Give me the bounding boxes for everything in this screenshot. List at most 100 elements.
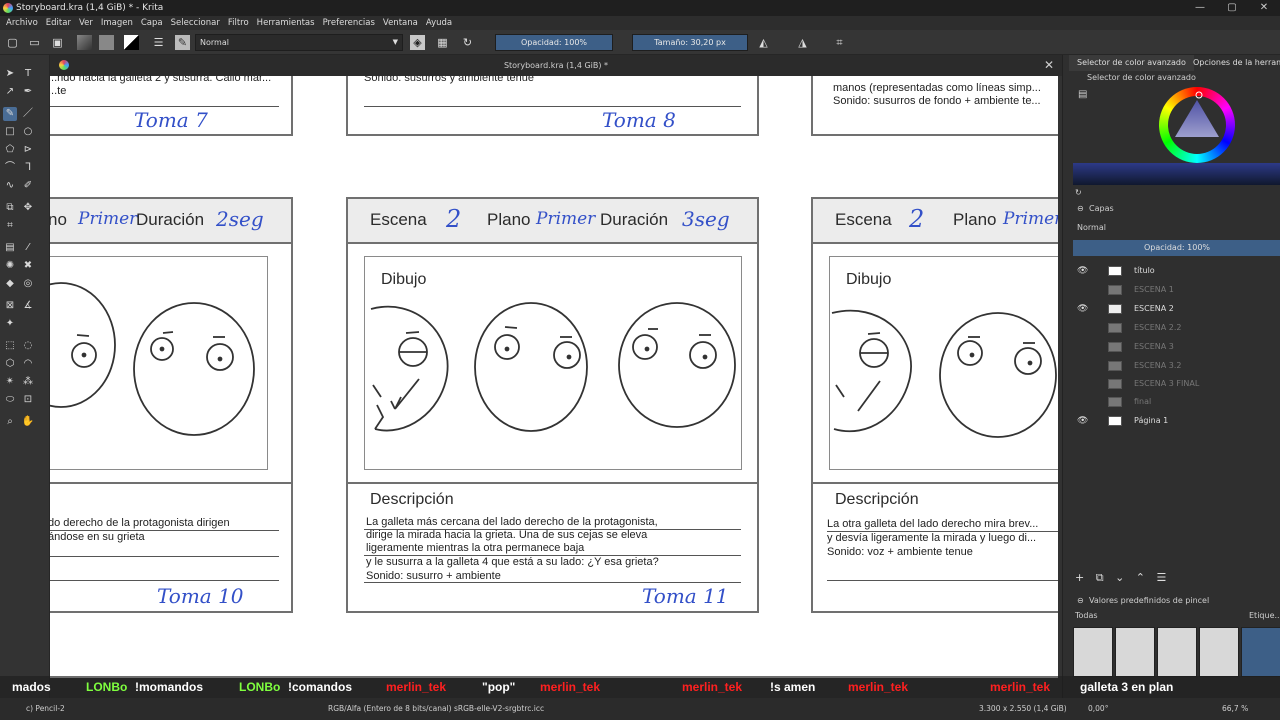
calligraphy-icon[interactable]: ✒: [21, 85, 35, 99]
layer-row[interactable]: 👁 Página 1: [1071, 412, 1280, 430]
layer-row[interactable]: 👁 título: [1071, 262, 1280, 280]
blend-mode-select[interactable]: Normal ▼: [195, 34, 403, 51]
rotation[interactable]: 0,00°: [1088, 698, 1108, 720]
visibility-eye-icon[interactable]: 👁: [1077, 412, 1088, 430]
menu-capa[interactable]: Capa: [141, 16, 163, 30]
drawing-area[interactable]: Dibujo: [364, 256, 742, 470]
smart-patch-icon[interactable]: ✖: [21, 259, 35, 273]
bezier-select-tool-icon[interactable]: ⬭: [3, 393, 17, 407]
layer-row[interactable]: ESCENA 2.2: [1071, 319, 1280, 337]
menu-preferencias[interactable]: Preferencias: [323, 16, 375, 30]
edit-shapes-icon[interactable]: ↗: [3, 85, 17, 99]
move-layer-down-icon[interactable]: ⌄: [1115, 571, 1124, 584]
freehand-path-icon[interactable]: ∿: [3, 179, 17, 193]
polyline-tool-icon[interactable]: ⊳: [21, 143, 35, 157]
brush-preset-tile-selected[interactable]: [1241, 627, 1280, 677]
color-settings-icon[interactable]: ▤: [1078, 89, 1087, 100]
enclose-fill-icon[interactable]: ◎: [21, 277, 35, 291]
eraser-icon[interactable]: ◈: [410, 35, 425, 50]
close-document-icon[interactable]: ✕: [1044, 55, 1054, 76]
current-brush[interactable]: c) Pencil-2: [26, 698, 65, 720]
reference-tool-icon[interactable]: ✦: [3, 317, 17, 331]
menu-ayuda[interactable]: Ayuda: [426, 16, 452, 30]
menu-seleccionar[interactable]: Seleccionar: [171, 16, 220, 30]
layer-row[interactable]: 👁 ESCENA 2: [1071, 300, 1280, 318]
line-tool-icon[interactable]: ／: [21, 107, 35, 121]
freehand-brush-icon[interactable]: ✎: [3, 107, 17, 121]
crop-tool-icon[interactable]: ⌗: [3, 219, 17, 233]
contiguous-select-icon[interactable]: ✴: [3, 375, 17, 389]
menu-editar[interactable]: Editar: [46, 16, 71, 30]
rect-select-icon[interactable]: ⬚: [3, 339, 17, 353]
menu-archivo[interactable]: Archivo: [6, 16, 38, 30]
menu-ventana[interactable]: Ventana: [383, 16, 418, 30]
fill-tool-icon[interactable]: ◆: [3, 277, 17, 291]
visibility-eye-icon[interactable]: 👁: [1077, 300, 1088, 318]
reload-preset-icon[interactable]: ↻: [460, 35, 475, 50]
layer-row[interactable]: ESCENA 3.2: [1071, 357, 1280, 375]
move-layer-up-icon[interactable]: ⌃: [1136, 571, 1145, 584]
pan-tool-icon[interactable]: ✋: [21, 415, 35, 429]
menu-herramientas[interactable]: Herramientas: [257, 16, 315, 30]
refresh-icon[interactable]: ↻: [1075, 188, 1082, 197]
drawing-area[interactable]: [50, 256, 268, 470]
presets-panel-toggle-icon[interactable]: ⊖: [1077, 596, 1084, 605]
transform-tool-icon[interactable]: ⧉: [3, 201, 17, 215]
size-slider[interactable]: Tamaño: 30,20 px: [632, 34, 748, 51]
document-tab[interactable]: Storyboard.kra (1,4 GiB) * ✕: [50, 55, 1062, 76]
color-swap-icon[interactable]: [124, 35, 139, 50]
tab-tool-options[interactable]: Opciones de la herramie...: [1185, 55, 1280, 71]
color-wheel[interactable]: [1159, 87, 1235, 163]
layer-row[interactable]: final: [1071, 393, 1280, 411]
layers-panel-toggle-icon[interactable]: ⊖: [1077, 204, 1084, 213]
ellipse-select-icon[interactable]: ◌: [21, 339, 35, 353]
layer-row[interactable]: ESCENA 3 FINAL: [1071, 375, 1280, 393]
new-document-icon[interactable]: ▢: [5, 35, 20, 50]
mirror-horizontal-icon[interactable]: ◭: [756, 35, 771, 50]
menu-imagen[interactable]: Imagen: [101, 16, 133, 30]
duplicate-layer-icon[interactable]: ⧉: [1096, 571, 1104, 584]
canvas[interactable]: ...ndo hacia la galleta 2 y susurra. Cal…: [50, 76, 1058, 678]
layer-row[interactable]: ESCENA 3: [1071, 338, 1280, 356]
move-tool-icon[interactable]: ✥: [21, 201, 35, 215]
freehand-select-icon[interactable]: ◠: [21, 357, 35, 371]
menu-filtro[interactable]: Filtro: [228, 16, 249, 30]
colorize-mask-icon[interactable]: ✺: [3, 259, 17, 273]
brush-settings-icon[interactable]: ☰: [151, 35, 166, 50]
polygon-select-icon[interactable]: ⬡: [3, 357, 17, 371]
text-tool-icon[interactable]: T: [21, 67, 35, 81]
pattern-selector-icon[interactable]: [99, 35, 114, 50]
crop-icon[interactable]: ⌗: [832, 35, 847, 50]
brush-preset-tile[interactable]: [1157, 627, 1197, 677]
similar-select-icon[interactable]: ⁂: [21, 375, 35, 389]
drawing-area[interactable]: Dibujo: [829, 256, 1058, 470]
mirror-vertical-icon[interactable]: ◮: [795, 35, 810, 50]
menu-ver[interactable]: Ver: [79, 16, 93, 30]
brush-preset-icon[interactable]: ✎: [175, 35, 190, 50]
presets-tag[interactable]: Etique...: [1249, 611, 1280, 620]
color-triangle[interactable]: [1159, 87, 1235, 163]
measure-tool-icon[interactable]: ∡: [21, 299, 35, 313]
zoom-tool-icon[interactable]: ⌕: [3, 415, 17, 429]
rectangle-tool-icon[interactable]: □: [3, 125, 17, 139]
gradient-tool-icon[interactable]: ▤: [3, 241, 17, 255]
select-shapes-icon[interactable]: ➤: [3, 67, 17, 81]
magnetic-select-icon[interactable]: ⊡: [21, 393, 35, 407]
polygon-tool-icon[interactable]: ⬠: [3, 143, 17, 157]
ellipse-tool-icon[interactable]: ○: [21, 125, 35, 139]
opacity-slider[interactable]: Opacidad: 100%: [495, 34, 613, 51]
close-window-button[interactable]: ✕: [1248, 0, 1280, 16]
hsv-slider[interactable]: [1073, 163, 1280, 185]
brush-preset-tile[interactable]: [1115, 627, 1155, 677]
add-layer-icon[interactable]: +: [1075, 571, 1084, 584]
dynamic-brush-icon[interactable]: ✐: [21, 179, 35, 193]
bezier-select-icon[interactable]: ᒣ: [21, 161, 35, 175]
layer-properties-icon[interactable]: ☰: [1157, 571, 1167, 584]
layer-blend-mode[interactable]: Normal: [1077, 223, 1106, 232]
brush-preset-tile[interactable]: [1073, 627, 1113, 677]
color-picker-icon[interactable]: ⁄: [21, 241, 35, 255]
bezier-tool-icon[interactable]: ⌒: [3, 161, 17, 175]
brush-preset-tile[interactable]: [1199, 627, 1239, 677]
presets-filter[interactable]: Todas: [1075, 611, 1098, 620]
minimize-button[interactable]: —: [1184, 0, 1216, 16]
